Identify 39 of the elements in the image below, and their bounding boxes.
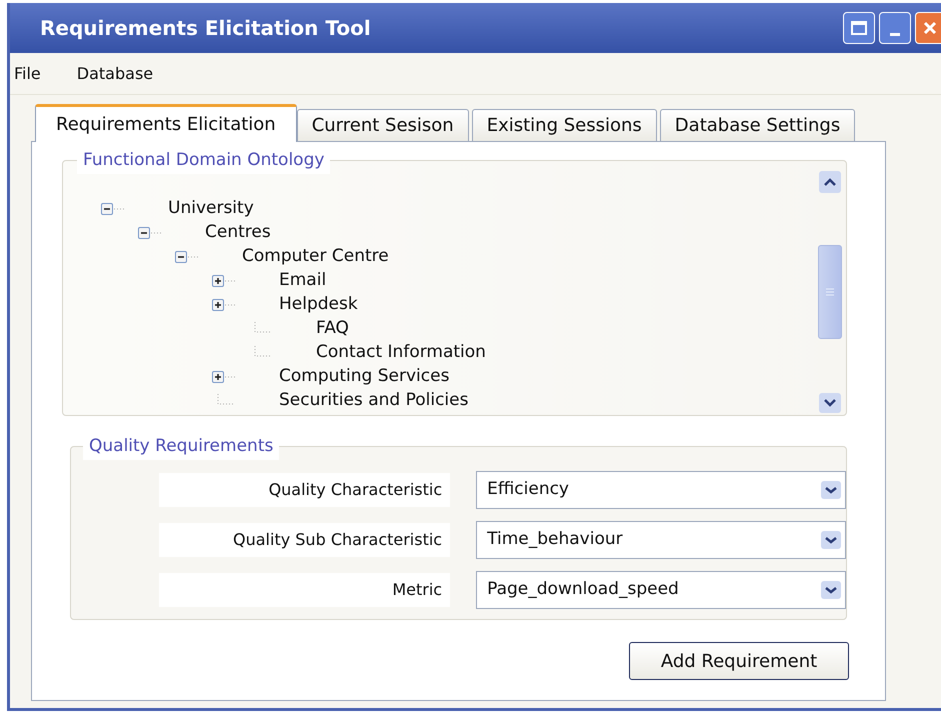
add-requirement-button[interactable]: Add Requirement: [629, 642, 849, 680]
tree-item[interactable]: Email: [279, 268, 326, 294]
tree-item[interactable]: Helpdesk: [279, 292, 358, 318]
tree-item[interactable]: Computer Centre: [242, 244, 389, 270]
menu-item[interactable]: Database: [76, 62, 154, 86]
scroll-down-button[interactable]: [819, 393, 841, 413]
tree-item[interactable]: Securities and Policies: [279, 388, 468, 414]
field-label: Quality Characteristic: [159, 473, 450, 507]
tab[interactable]: Database Settings: [660, 109, 856, 141]
field-label: Quality Sub Characteristic: [159, 523, 450, 557]
collapse-icon[interactable]: [138, 226, 164, 240]
minimize-button[interactable]: [879, 12, 911, 44]
tab[interactable]: Current Sesison: [296, 109, 469, 141]
tree-item[interactable]: Computing Services: [279, 364, 450, 390]
dropdown[interactable]: Page_download_speed: [476, 571, 846, 609]
expand-icon[interactable]: [212, 274, 238, 288]
tab[interactable]: Existing Sessions: [472, 109, 657, 141]
tab[interactable]: Requirements Elicitation: [35, 104, 297, 142]
close-icon: [922, 20, 938, 36]
maximize-button[interactable]: [843, 12, 875, 44]
scrollbar[interactable]: [818, 171, 842, 413]
tree-item[interactable]: Contact Information: [316, 340, 486, 366]
expand-icon[interactable]: [212, 370, 238, 384]
tree-item[interactable]: Centres: [205, 220, 271, 246]
dropdown[interactable]: Efficiency: [476, 471, 846, 509]
close-button[interactable]: [915, 12, 941, 44]
scroll-up-button[interactable]: [819, 171, 841, 193]
expand-icon[interactable]: [212, 298, 238, 312]
collapse-icon[interactable]: [175, 250, 201, 264]
collapse-icon[interactable]: [101, 202, 127, 216]
menu-item[interactable]: File: [14, 62, 41, 86]
dropdown[interactable]: Time_behaviour: [476, 521, 846, 559]
window-title: Requirements Elicitation Tool: [40, 15, 371, 42]
scroll-thumb[interactable]: [818, 245, 842, 339]
chevron-down-icon: [824, 399, 836, 407]
field-label: Metric: [159, 573, 450, 607]
chevron-up-icon: [824, 178, 836, 186]
tree-item[interactable]: FAQ: [316, 316, 349, 342]
tree-item[interactable]: University: [168, 196, 254, 222]
